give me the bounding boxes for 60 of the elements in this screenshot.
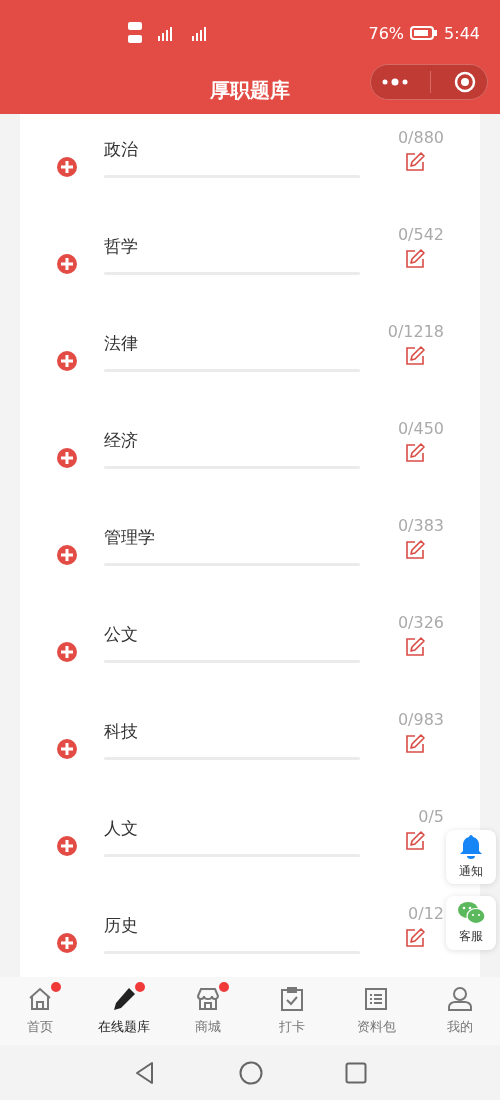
progress-count: 0/450: [397, 419, 444, 438]
subject-name[interactable]: 公文: [104, 623, 361, 646]
add-icon[interactable]: [56, 738, 78, 760]
edit-icon[interactable]: [404, 636, 427, 658]
more-icon[interactable]: [382, 78, 409, 86]
home-icon: [27, 986, 53, 1012]
home-circle-icon[interactable]: [239, 1060, 263, 1085]
close-icon[interactable]: [453, 71, 476, 93]
add-icon[interactable]: [56, 447, 78, 469]
progress-count: 0/5: [418, 807, 444, 826]
subject-name[interactable]: 经济: [104, 429, 361, 452]
progress-count: 0/326: [397, 613, 444, 632]
shop-icon: [195, 986, 221, 1012]
battery-level: 76%: [368, 23, 405, 43]
list-icon: [363, 986, 389, 1012]
recent-apps-icon[interactable]: [345, 1061, 367, 1084]
add-icon[interactable]: [56, 544, 78, 566]
subject-name[interactable]: 人文: [104, 817, 361, 840]
progress-count: 0/1218: [387, 322, 444, 341]
add-icon[interactable]: [56, 156, 78, 178]
subject-name[interactable]: 科技: [104, 720, 361, 743]
add-icon[interactable]: [56, 350, 78, 372]
add-icon[interactable]: [56, 835, 78, 857]
customer-service-button[interactable]: 客服: [446, 896, 496, 950]
subject-name[interactable]: 管理学: [104, 526, 361, 549]
add-icon[interactable]: [56, 253, 78, 275]
tab-bar-item[interactable]: 打卡: [260, 986, 324, 1036]
tab-bar-item[interactable]: 我的: [428, 986, 492, 1036]
tab-bar-item[interactable]: 资料包: [344, 986, 408, 1036]
chat-bubbles-icon: [457, 901, 485, 925]
progress-count: 0/983: [397, 710, 444, 729]
subject-name[interactable]: 政治: [104, 138, 361, 161]
page-title: 厚职题库: [210, 76, 290, 104]
edit-icon[interactable]: [404, 151, 427, 173]
add-icon[interactable]: [56, 641, 78, 663]
progress-count: 0/383: [397, 516, 444, 535]
clipboard-check-icon: [279, 986, 305, 1012]
tab-bar-item[interactable]: 在线题库: [92, 986, 156, 1036]
edit-icon[interactable]: [404, 345, 427, 367]
edit-icon[interactable]: [404, 733, 427, 755]
edit-icon[interactable]: [404, 442, 427, 464]
battery-icon: [410, 26, 439, 40]
pencil-icon: [111, 986, 137, 1012]
clock: 5:44: [444, 23, 480, 43]
edit-icon[interactable]: [404, 927, 427, 949]
tab-bar-item[interactable]: 商城: [176, 986, 240, 1036]
add-icon[interactable]: [56, 932, 78, 954]
notification-button[interactable]: 通知: [446, 830, 496, 884]
bell-icon: [459, 834, 483, 860]
progress-count: 0/880: [397, 128, 444, 147]
subject-name[interactable]: 法律: [104, 332, 361, 355]
progress-count: 0/12: [408, 904, 444, 923]
person-icon: [447, 986, 473, 1012]
subject-name[interactable]: 历史: [104, 914, 361, 937]
tab-bar-item[interactable]: 首页: [8, 986, 72, 1036]
subject-name[interactable]: 哲学: [104, 235, 361, 258]
progress-count: 0/542: [397, 225, 444, 244]
edit-icon[interactable]: [404, 830, 427, 852]
edit-icon[interactable]: [404, 248, 427, 270]
edit-icon[interactable]: [404, 539, 427, 561]
